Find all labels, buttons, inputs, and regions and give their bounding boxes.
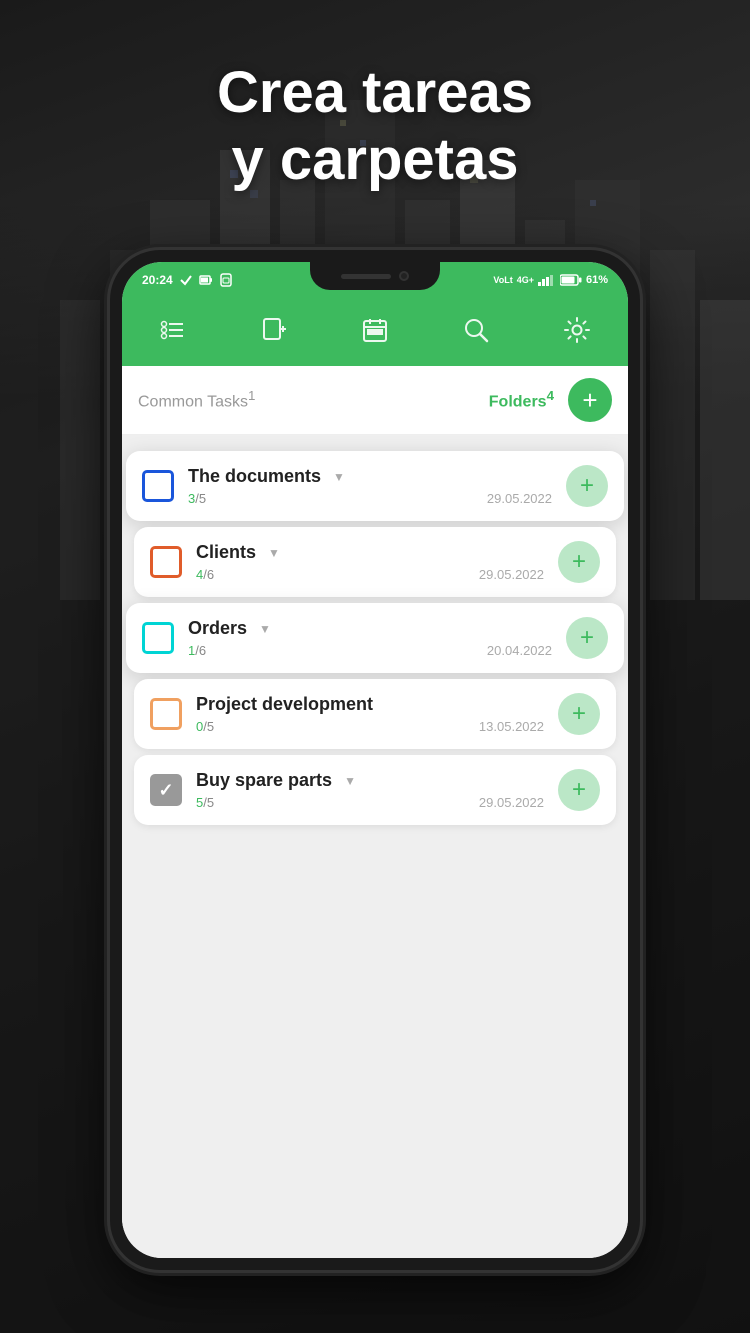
tab-folders[interactable]: Folders4: [489, 388, 554, 411]
folder-item-project[interactable]: Project development 0/5 13.05.2022 +: [134, 679, 616, 749]
folder-info-spare-parts: Buy spare parts ▼ 5/5 29.05.2022: [196, 770, 544, 810]
sim-icon: [219, 273, 233, 287]
folder-checkbox-documents[interactable]: [142, 470, 174, 502]
status-time: 20:24: [142, 273, 173, 287]
network-label: 4G+: [517, 275, 534, 285]
folder-item-clients[interactable]: Clients ▼ 4/6 29.05.2022 +: [134, 527, 616, 597]
folders-label: Folders: [489, 394, 547, 411]
tab-common-tasks[interactable]: Common Tasks1: [138, 388, 489, 411]
folder-name-clients: Clients: [196, 542, 256, 563]
front-camera: [399, 271, 409, 281]
calendar-icon[interactable]: [353, 308, 397, 352]
folder-item-orders[interactable]: Orders ▼ 1/6 20.04.2022 +: [126, 603, 624, 673]
folder-date-orders: 20.04.2022: [487, 643, 552, 658]
folder-meta-spare-parts: 5/5 29.05.2022: [196, 795, 544, 810]
folder-count-project: 0/5: [196, 719, 214, 734]
common-tasks-label: Common Tasks: [138, 394, 248, 411]
folder-info-clients: Clients ▼ 4/6 29.05.2022: [196, 542, 544, 582]
folder-info-project: Project development 0/5 13.05.2022: [196, 694, 544, 734]
app-toolbar: [122, 298, 628, 366]
folder-checkbox-spare-parts[interactable]: [150, 774, 182, 806]
folder-name-orders: Orders: [188, 618, 247, 639]
folder-count-clients: 4/6: [196, 567, 214, 582]
add-note-icon[interactable]: [252, 308, 296, 352]
folder-list: The documents ▼ 3/5 29.05.2022 +: [122, 435, 628, 1258]
folder-meta-orders: 1/6 20.04.2022: [188, 643, 552, 658]
folder-date-documents: 29.05.2022: [487, 491, 552, 506]
volte-label: VoLt: [493, 275, 512, 285]
chevron-down-icon-spare-parts: ▼: [344, 774, 356, 788]
folder-count-documents: 3/5: [188, 491, 206, 506]
folder-item-documents[interactable]: The documents ▼ 3/5 29.05.2022 +: [126, 451, 624, 521]
folder-info-documents: The documents ▼ 3/5 29.05.2022: [188, 466, 552, 506]
folder-add-button-spare-parts[interactable]: +: [558, 769, 600, 811]
tab-area: Common Tasks1 Folders4 +: [122, 366, 628, 435]
folder-meta-project: 0/5 13.05.2022: [196, 719, 544, 734]
folder-checkbox-project[interactable]: [150, 698, 182, 730]
folder-checkbox-clients[interactable]: [150, 546, 182, 578]
speaker: [341, 274, 391, 279]
folder-date-clients: 29.05.2022: [479, 567, 544, 582]
headline-line2: y carpetas: [0, 127, 750, 194]
folder-meta-clients: 4/6 29.05.2022: [196, 567, 544, 582]
folder-item-spare-parts[interactable]: Buy spare parts ▼ 5/5 29.05.2022 +: [134, 755, 616, 825]
folders-count: 4: [547, 388, 554, 403]
folder-count-orders: 1/6: [188, 643, 206, 658]
settings-icon[interactable]: [555, 308, 599, 352]
tasks-list-icon[interactable]: [151, 308, 195, 352]
folder-add-button-clients[interactable]: +: [558, 541, 600, 583]
folder-add-button-project[interactable]: +: [558, 693, 600, 735]
battery-small-icon: [199, 273, 213, 287]
folder-meta-documents: 3/5 29.05.2022: [188, 491, 552, 506]
battery-icon: [560, 274, 582, 286]
status-right: VoLt 4G+ 61%: [493, 274, 608, 286]
search-icon[interactable]: [454, 308, 498, 352]
folder-checkbox-orders[interactable]: [142, 622, 174, 654]
folder-date-project: 13.05.2022: [479, 719, 544, 734]
phone-screen: 20:24 VoLt 4G+: [122, 262, 628, 1258]
folder-add-button-orders[interactable]: +: [566, 617, 608, 659]
signal-icon: [538, 274, 556, 286]
status-left: 20:24: [142, 273, 233, 287]
folder-name-documents: The documents: [188, 466, 321, 487]
folder-name-project: Project development: [196, 694, 373, 715]
headline-line1: Crea tareas: [0, 60, 750, 127]
phone-frame: 20:24 VoLt 4G+: [110, 250, 640, 1270]
folder-add-button-documents[interactable]: +: [566, 465, 608, 507]
add-tab-button[interactable]: +: [568, 378, 612, 422]
folder-count-spare-parts: 5/5: [196, 795, 214, 810]
chevron-down-icon-orders: ▼: [259, 622, 271, 636]
folder-info-orders: Orders ▼ 1/6 20.04.2022: [188, 618, 552, 658]
common-tasks-count: 1: [248, 388, 255, 403]
chevron-down-icon-clients: ▼: [268, 546, 280, 560]
folder-date-spare-parts: 29.05.2022: [479, 795, 544, 810]
chevron-down-icon-documents: ▼: [333, 470, 345, 484]
notch: [310, 262, 440, 290]
screen-content: 20:24 VoLt 4G+: [122, 262, 628, 1258]
folder-name-spare-parts: Buy spare parts: [196, 770, 332, 791]
battery-percent: 61%: [586, 274, 608, 286]
headline: Crea tareas y carpetas: [0, 60, 750, 193]
check-icon: [179, 273, 193, 287]
